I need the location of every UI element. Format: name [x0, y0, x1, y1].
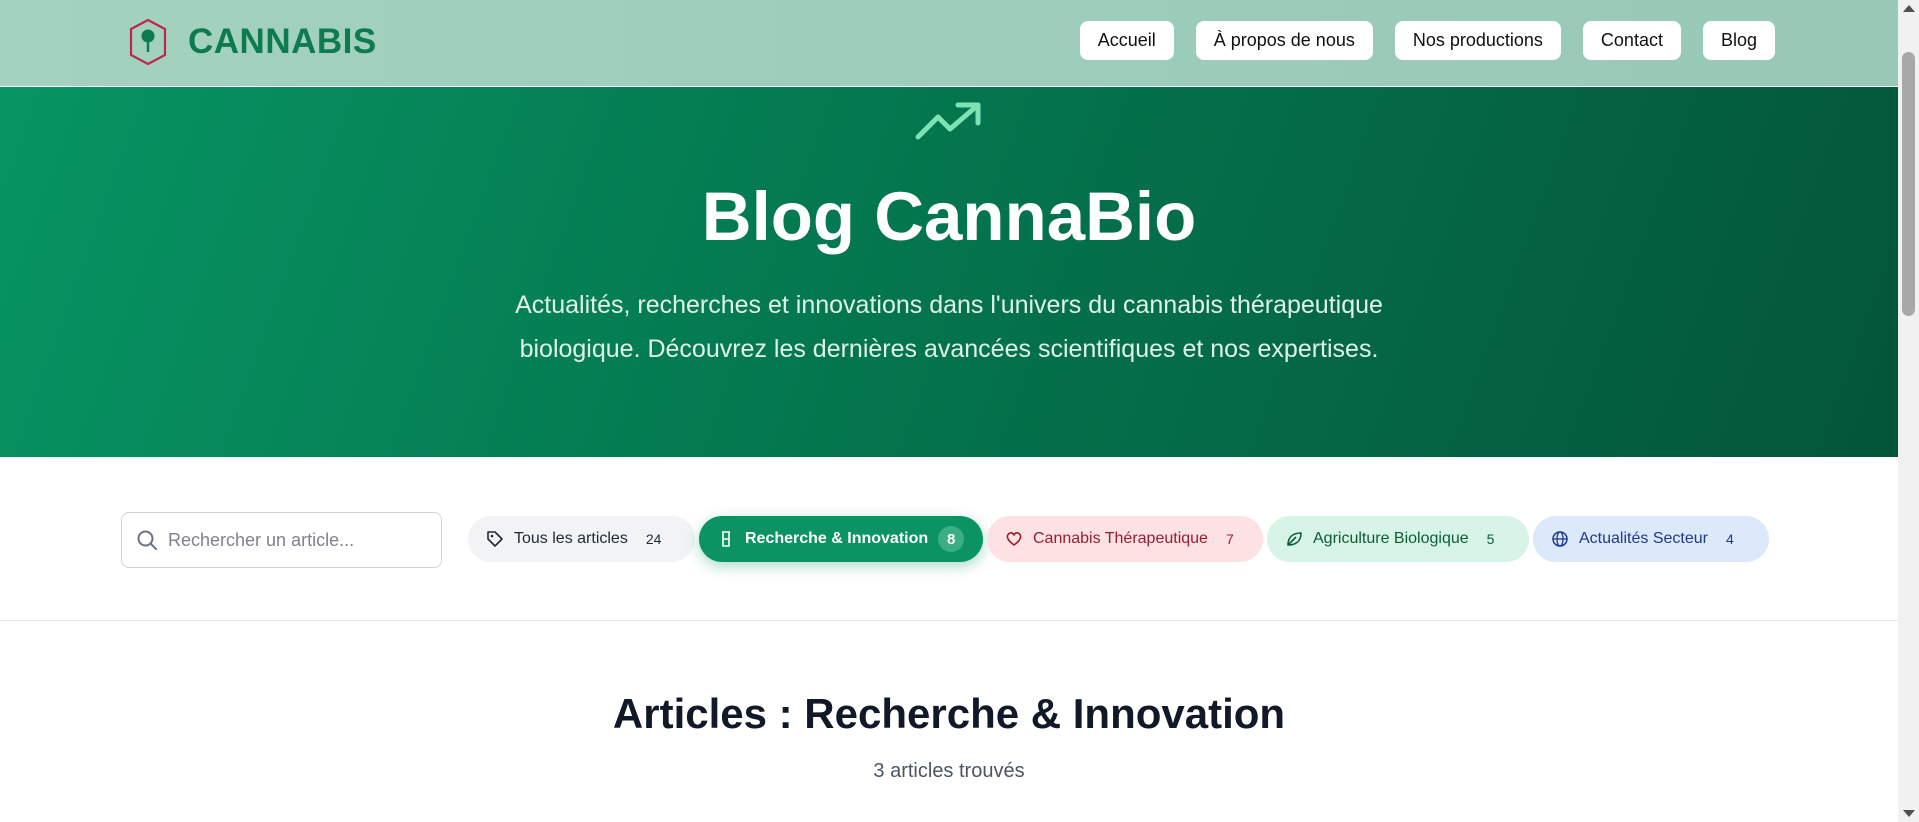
category-count: 4	[1725, 531, 1734, 547]
hero-subtitle: Actualités, recherches et innovations da…	[449, 283, 1449, 371]
trending-up-icon	[915, 102, 981, 140]
category-label: Recherche & Innovation	[745, 530, 929, 547]
search-box[interactable]	[121, 512, 442, 568]
scrollbar-thumb[interactable]	[1902, 52, 1915, 316]
page: CANNABIS Accueil À propos de nous Nos pr…	[0, 0, 1898, 822]
filter-bar: Tous les articles 24 Recherche & Innovat…	[0, 457, 1898, 621]
nav-a-propos[interactable]: À propos de nous	[1195, 21, 1373, 60]
brand-name: CANNABIS	[188, 22, 377, 61]
category-industry-news[interactable]: Actualités Secteur 4	[1533, 516, 1769, 562]
globe-icon	[1552, 531, 1568, 547]
heart-icon	[1006, 531, 1022, 546]
category-filters: Tous les articles 24 Recherche & Innovat…	[468, 516, 1769, 562]
articles-heading: Articles : Recherche & Innovation	[612, 690, 1286, 737]
nav-blog[interactable]: Blog	[1702, 21, 1775, 60]
category-research[interactable]: Recherche & Innovation 8	[699, 516, 983, 562]
scroll-down-arrow-icon[interactable]	[1903, 810, 1915, 817]
hero-subtitle-line-1: Actualités, recherches et innovations da…	[515, 291, 1383, 319]
scroll-up-arrow-icon[interactable]	[1903, 5, 1915, 12]
category-count: 7	[1225, 531, 1234, 547]
category-count: 8	[938, 526, 965, 552]
shield-leaf-icon	[129, 18, 167, 66]
main-nav: Accueil À propos de nous Nos productions…	[1079, 21, 1775, 60]
nav-accueil[interactable]: Accueil	[1079, 21, 1174, 60]
leaf-icon	[1287, 532, 1302, 546]
site-header: CANNABIS Accueil À propos de nous Nos pr…	[0, 0, 1898, 87]
nav-contact[interactable]: Contact	[1582, 21, 1681, 60]
tag-icon	[487, 531, 503, 547]
category-label: Tous les articles	[514, 530, 628, 547]
flask-icon	[722, 531, 730, 547]
category-count: 5	[1486, 531, 1495, 547]
category-label: Cannabis Thérapeutique	[1033, 530, 1208, 547]
hero-subtitle-line-2: biologique. Découvrez les dernières avan…	[519, 335, 1379, 363]
vertical-scrollbar[interactable]	[1898, 0, 1919, 822]
category-label: Actualités Secteur	[1579, 530, 1708, 547]
category-therapeutic[interactable]: Cannabis Thérapeutique 7	[987, 516, 1263, 562]
articles-count: 3 articles trouvés	[873, 760, 1025, 782]
category-all[interactable]: Tous les articles 24	[468, 516, 695, 562]
hero-section: Blog CannaBio Actualités, recherches et …	[0, 87, 1898, 457]
nav-productions[interactable]: Nos productions	[1394, 21, 1561, 60]
search-icon	[137, 530, 157, 550]
category-label: Agriculture Biologique	[1313, 530, 1469, 547]
search-input[interactable]	[168, 529, 418, 551]
page-title: Blog CannaBio	[701, 178, 1197, 255]
category-count: 24	[645, 531, 662, 547]
brand-logo[interactable]: CANNABIS	[128, 18, 377, 66]
category-organic-agriculture[interactable]: Agriculture Biologique 5	[1267, 516, 1529, 562]
